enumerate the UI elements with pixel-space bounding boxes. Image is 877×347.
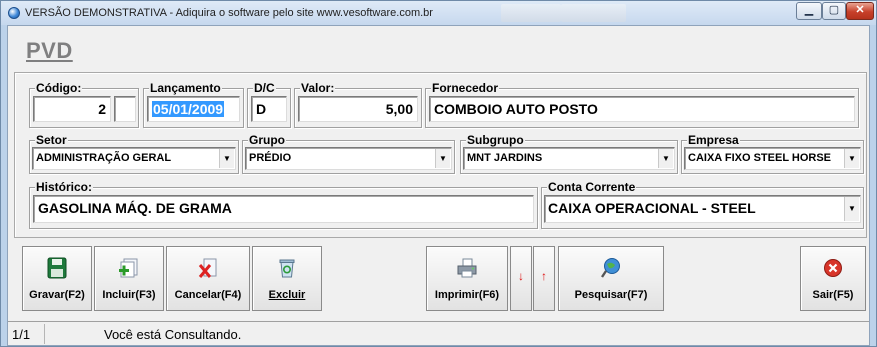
minimize-button[interactable]: ▁: [796, 2, 822, 20]
codigo-input[interactable]: 2: [33, 96, 111, 122]
group-conta-corrente: Conta Corrente CAIXA OPERACIONAL - STEEL…: [541, 180, 864, 229]
app-icon: [8, 7, 20, 19]
status-message: Você está Consultando.: [104, 327, 242, 342]
group-empresa: Empresa CAIXA FIXO STEEL HORSE ▼: [681, 133, 864, 174]
grupo-label: Grupo: [248, 133, 286, 147]
conta-corrente-label: Conta Corrente: [547, 180, 637, 194]
incluir-label: Incluir(F3): [102, 289, 156, 301]
move-down-button[interactable]: ↓: [510, 246, 532, 311]
gravar-button[interactable]: Gravar(F2): [22, 246, 92, 311]
empresa-select[interactable]: CAIXA FIXO STEEL HORSE ▼: [684, 147, 861, 170]
chevron-down-icon[interactable]: ▼: [844, 197, 859, 221]
chevron-down-icon[interactable]: ▼: [219, 149, 234, 168]
page-title: PVD: [26, 38, 73, 63]
maximize-button[interactable]: ▢: [822, 2, 846, 20]
chevron-down-icon[interactable]: ▼: [658, 149, 673, 168]
historico-input[interactable]: GASOLINA MÁQ. DE GRAMA: [33, 195, 534, 223]
grupo-value: PRÉDIO: [249, 152, 292, 164]
setor-value: ADMINISTRAÇÃO GERAL: [36, 152, 172, 164]
setor-label: Setor: [35, 133, 68, 147]
lancamento-label: Lançamento: [149, 81, 222, 95]
cancelar-button[interactable]: Cancelar(F4): [166, 246, 250, 311]
fornecedor-input[interactable]: COMBOIO AUTO POSTO: [429, 96, 855, 122]
status-bar: 1/1 Você está Consultando.: [8, 321, 869, 345]
group-historico: Histórico: GASOLINA MÁQ. DE GRAMA: [29, 180, 538, 229]
group-subgrupo: Subgrupo MNT JARDINS ▼: [460, 133, 678, 174]
gravar-label: Gravar(F2): [29, 289, 85, 301]
valor-input[interactable]: 5,00: [298, 96, 418, 122]
subgrupo-label: Subgrupo: [466, 133, 525, 147]
empresa-label: Empresa: [687, 133, 740, 147]
group-lancamento: Lançamento 05/01/2009: [143, 81, 244, 128]
title-bar[interactable]: VERSÃO DEMONSTRATIVA - Adiquira o softwa…: [1, 1, 876, 25]
chevron-down-icon[interactable]: ▼: [435, 149, 450, 168]
arrow-down-icon: ↓: [518, 269, 524, 283]
empresa-value: CAIXA FIXO STEEL HORSE: [688, 152, 832, 164]
imprimir-label: Imprimir(F6): [434, 289, 500, 301]
application-window: VERSÃO DEMONSTRATIVA - Adiquira o softwa…: [0, 0, 877, 347]
historico-label: Histórico:: [35, 180, 94, 194]
fornecedor-label: Fornecedor: [431, 81, 500, 95]
dc-input[interactable]: D: [251, 96, 287, 122]
status-separator: [44, 324, 45, 344]
conta-corrente-select[interactable]: CAIXA OPERACIONAL - STEEL ▼: [544, 195, 861, 223]
title-bar-decoration: [501, 4, 561, 22]
close-button[interactable]: ✕: [846, 2, 874, 20]
group-codigo: Código: 2: [29, 81, 139, 128]
search-globe-icon: [600, 257, 622, 279]
conta-corrente-value: CAIXA OPERACIONAL - STEEL: [548, 200, 756, 216]
form-client-area: PVD Código: 2 Lançamento 05/01/2009 D/C …: [7, 25, 870, 346]
printer-icon: [456, 257, 478, 279]
subgrupo-value: MNT JARDINS: [467, 152, 543, 164]
arrow-up-icon: ↑: [541, 269, 547, 283]
codigo-label: Código:: [35, 81, 83, 95]
add-document-icon: [118, 257, 140, 279]
move-up-button[interactable]: ↑: [533, 246, 555, 311]
title-bar-decoration: [561, 4, 626, 22]
group-dc: D/C D: [247, 81, 291, 128]
lancamento-value: 05/01/2009: [152, 101, 225, 117]
sair-label: Sair(F5): [812, 289, 854, 301]
pesquisar-button[interactable]: Pesquisar(F7): [558, 246, 664, 311]
excluir-label: Excluir: [268, 289, 306, 301]
group-grupo: Grupo PRÉDIO ▼: [242, 133, 455, 174]
cancel-document-icon: [197, 257, 219, 279]
sair-button[interactable]: Sair(F5): [800, 246, 866, 311]
pesquisar-label: Pesquisar(F7): [574, 289, 648, 301]
subgrupo-select[interactable]: MNT JARDINS ▼: [463, 147, 675, 170]
cancelar-label: Cancelar(F4): [174, 289, 242, 301]
record-position: 1/1: [12, 327, 31, 342]
dc-label: D/C: [253, 81, 276, 95]
grupo-select[interactable]: PRÉDIO ▼: [245, 147, 452, 170]
exit-icon: [822, 257, 844, 279]
setor-select[interactable]: ADMINISTRAÇÃO GERAL ▼: [32, 147, 236, 170]
recycle-bin-icon: [276, 257, 298, 279]
lancamento-input[interactable]: 05/01/2009: [147, 96, 240, 122]
incluir-button[interactable]: Incluir(F3): [94, 246, 164, 311]
window-title: VERSÃO DEMONSTRATIVA - Adiquira o softwa…: [25, 7, 433, 19]
codigo-suffix-input[interactable]: [114, 96, 136, 122]
group-fornecedor: Fornecedor COMBOIO AUTO POSTO: [425, 81, 859, 128]
form-panel: Código: 2 Lançamento 05/01/2009 D/C D Va…: [14, 72, 867, 238]
valor-label: Valor:: [300, 81, 336, 95]
floppy-disk-icon: [46, 257, 68, 279]
imprimir-button[interactable]: Imprimir(F6): [426, 246, 508, 311]
chevron-down-icon[interactable]: ▼: [844, 149, 859, 168]
group-valor: Valor: 5,00: [294, 81, 422, 128]
excluir-button[interactable]: Excluir: [252, 246, 322, 311]
group-setor: Setor ADMINISTRAÇÃO GERAL ▼: [29, 133, 239, 174]
